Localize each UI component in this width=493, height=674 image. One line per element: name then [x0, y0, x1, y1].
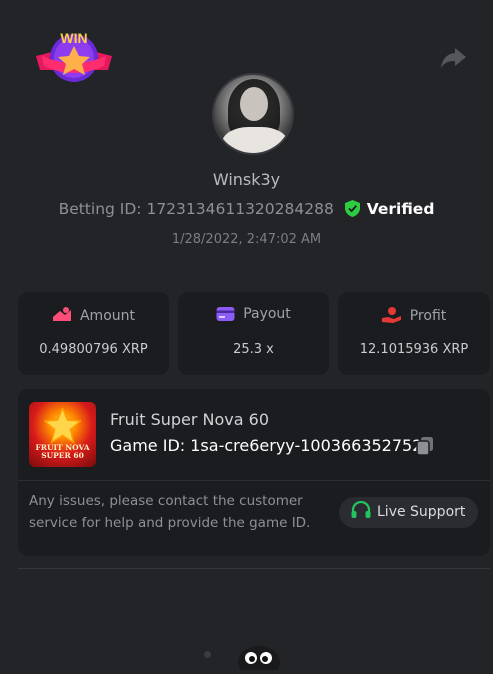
amount-label: Amount	[79, 308, 135, 324]
profit-value: 12.1015936 XRP	[359, 342, 469, 357]
verified-label: Verified	[366, 200, 435, 218]
divider	[18, 480, 490, 481]
game-thumbnail[interactable]: FRUIT NOVA SUPER 60	[29, 402, 96, 467]
avatar	[212, 73, 294, 155]
game-name: Fruit Super Nova 60	[110, 410, 269, 429]
copy-icon[interactable]	[415, 436, 435, 456]
betting-id-value: 1723134611320284288	[146, 200, 334, 218]
win-badge-logo: WIN	[34, 26, 114, 86]
payout-card-icon	[216, 307, 235, 321]
mascot-icon	[236, 640, 282, 674]
star-icon	[44, 408, 81, 444]
game-id-label: Game ID:	[110, 436, 186, 455]
payout-card: Payout 25.3 x	[178, 292, 329, 375]
game-thumb-title-2: SUPER 60	[41, 451, 84, 460]
game-id-value: 1sa-cre6eryy-1003663527522	[190, 436, 433, 455]
profit-label: Profit	[409, 308, 447, 324]
decorative-dot	[204, 651, 211, 658]
share-icon[interactable]	[438, 42, 468, 72]
profit-card: Profit 12.1015936 XRP	[338, 292, 490, 375]
betting-id-row: Betting ID: 1723134611320284288 Verified	[0, 200, 493, 221]
support-help-text: Any issues, please contact the customer …	[29, 493, 311, 531]
headset-icon	[351, 500, 371, 518]
divider	[18, 568, 490, 569]
username: Winsk3y	[212, 170, 281, 189]
amount-value: 0.49800796 XRP	[39, 342, 148, 357]
live-support-button[interactable]: Live Support	[339, 497, 478, 528]
svg-text:WIN: WIN	[60, 30, 87, 46]
amount-icon	[52, 307, 71, 321]
live-support-label: Live Support	[377, 504, 466, 520]
profit-hand-icon	[381, 307, 401, 323]
verified-shield-icon	[344, 200, 360, 221]
game-panel: FRUIT NOVA SUPER 60 Fruit Super Nova 60 …	[18, 389, 490, 556]
game-id: Game ID: 1sa-cre6eryy-1003663527522	[110, 436, 433, 455]
bet-timestamp: 1/28/2022, 2:47:02 AM	[171, 232, 322, 247]
betting-id-label: Betting ID:	[58, 200, 142, 218]
payout-value: 25.3 x	[233, 342, 274, 357]
payout-label: Payout	[243, 306, 291, 322]
amount-card: Amount 0.49800796 XRP	[18, 292, 169, 375]
